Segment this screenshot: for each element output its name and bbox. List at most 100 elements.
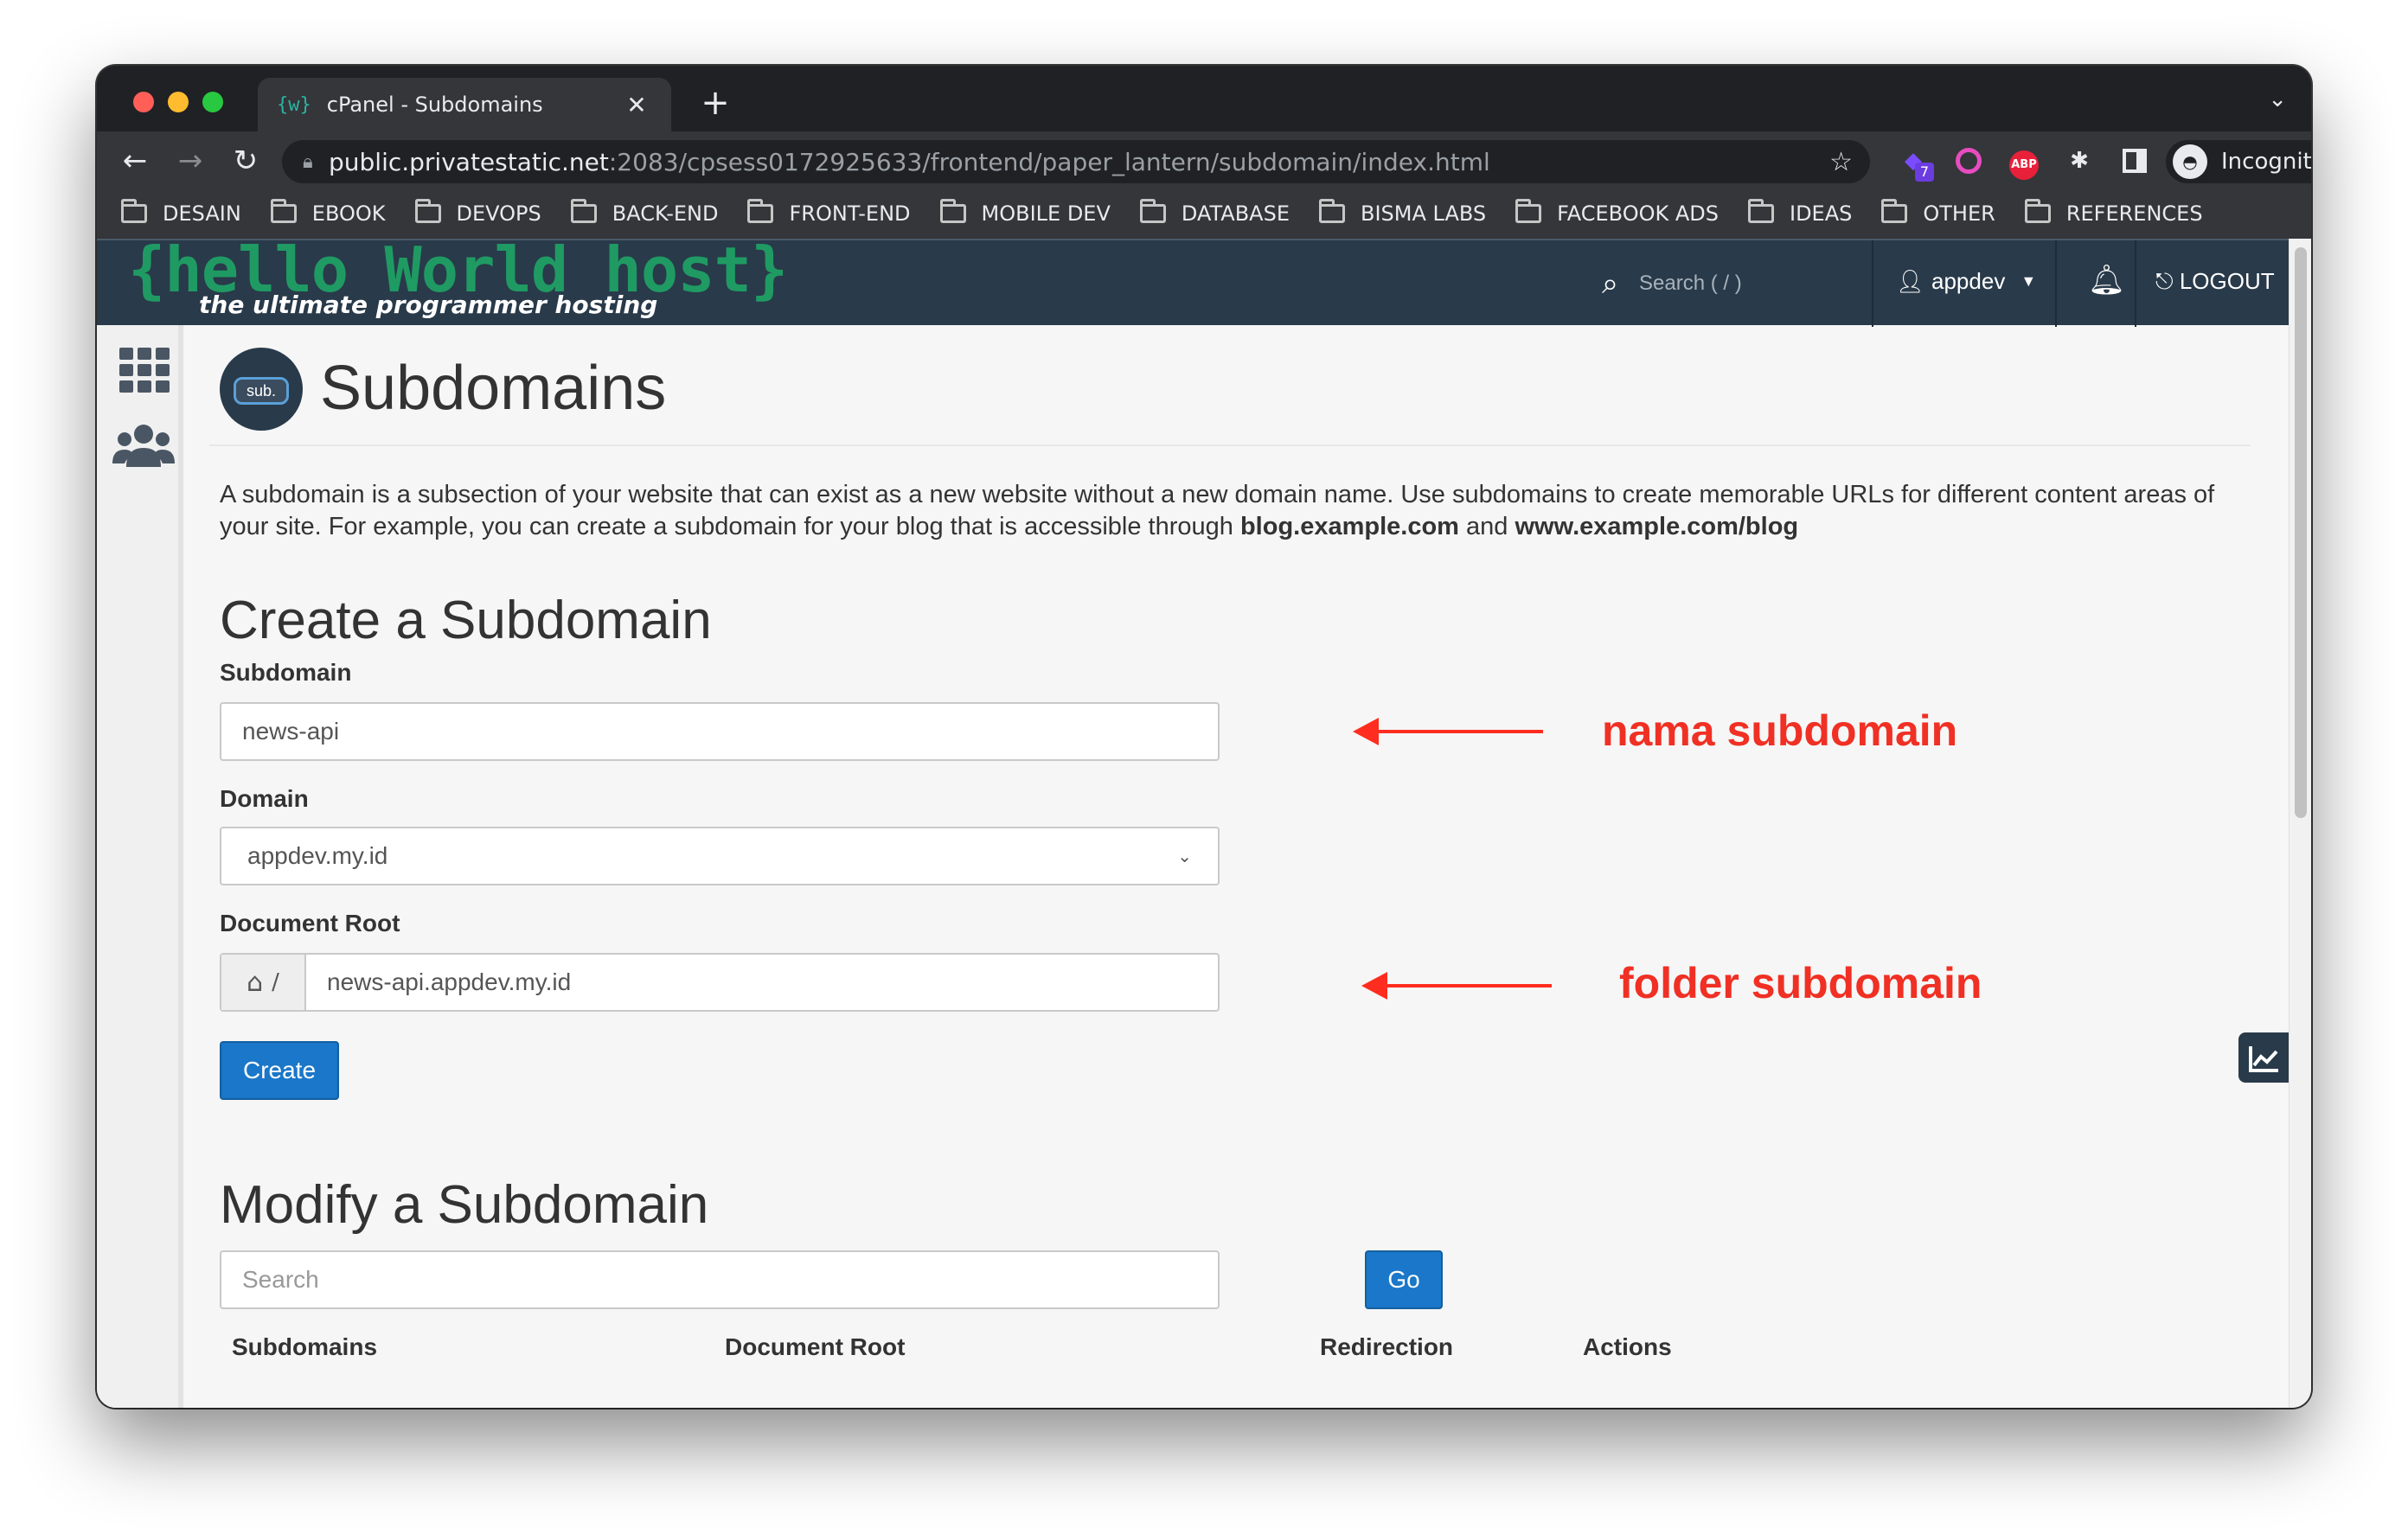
bookmark-label: REFERENCES bbox=[2065, 201, 2203, 226]
close-window-button[interactable] bbox=[133, 92, 154, 112]
cpanel-header: {hello World host} the ultimate programm… bbox=[97, 239, 2289, 327]
new-tab-button[interactable]: + bbox=[694, 83, 737, 123]
home-path-addon: ⌂ / bbox=[221, 955, 306, 1010]
extensions-puzzle-icon[interactable]: ✱ bbox=[2062, 144, 2097, 178]
url-path: :2083/cpsess0172925633/frontend/paper_la… bbox=[608, 147, 1490, 176]
go-button[interactable]: Go bbox=[1365, 1250, 1443, 1309]
annotation-arrow-folder bbox=[1361, 972, 1552, 1000]
home-path-prefix: / bbox=[272, 969, 279, 995]
adblock-plus-icon[interactable]: ABP bbox=[2007, 144, 2041, 180]
bookmark-folder[interactable]: BISMA LABS bbox=[1319, 199, 1487, 226]
reload-icon[interactable]: ↻ bbox=[227, 142, 265, 180]
bookmark-label: BISMA LABS bbox=[1361, 201, 1487, 226]
url-host: public.privatestatic.net bbox=[329, 147, 609, 176]
bookmark-folder[interactable]: EBOOK bbox=[270, 199, 386, 226]
tab-bar: {w} cPanel - Subdomains ✕ + ⌄ bbox=[97, 66, 2311, 131]
create-section-title: Create a Subdomain bbox=[220, 591, 712, 650]
folder-icon bbox=[1319, 199, 1345, 223]
apps-grid-icon[interactable] bbox=[119, 348, 170, 393]
side-panel-icon[interactable] bbox=[2117, 144, 2152, 178]
hosting-tagline: the ultimate programmer hosting bbox=[199, 291, 658, 319]
back-arrow-icon[interactable]: ← bbox=[116, 142, 154, 180]
folder-icon bbox=[747, 199, 774, 223]
column-header-document-root[interactable]: Document Root bbox=[725, 1333, 905, 1361]
bell-icon[interactable]: 🔔︎ bbox=[2088, 263, 2125, 297]
bookmark-folder[interactable]: DESAIN bbox=[121, 199, 241, 226]
intro-paragraph: A subdomain is a subsection of your webs… bbox=[220, 479, 2244, 543]
bookmark-label: OTHER bbox=[1923, 201, 1995, 226]
bookmark-star-icon[interactable]: ☆ bbox=[1829, 147, 1853, 177]
create-button[interactable]: Create bbox=[220, 1041, 339, 1100]
bookmark-label: IDEAS bbox=[1790, 201, 1853, 226]
header-search-input[interactable] bbox=[1639, 272, 1865, 296]
page-title: Subdomains bbox=[320, 354, 667, 423]
tab-title: cPanel - Subdomains bbox=[326, 93, 543, 117]
annotation-subdomain-note: nama subdomain bbox=[1602, 706, 1958, 755]
subdomain-search-input[interactable] bbox=[220, 1250, 1220, 1309]
incognito-profile-button[interactable]: ◓ Incognito bbox=[2166, 140, 2311, 183]
browser-toolbar: ← → ↻ 🔒︎ public.privatestatic.net:2083/c… bbox=[97, 131, 2311, 189]
domain-selected-value: appdev.my.id bbox=[247, 842, 388, 869]
caret-down-icon: ▼ bbox=[2021, 272, 2037, 290]
column-header-redirection[interactable]: Redirection bbox=[1320, 1333, 1453, 1361]
browser-tab[interactable]: {w} cPanel - Subdomains ✕ bbox=[258, 78, 671, 131]
folder-icon bbox=[1139, 199, 1166, 223]
forward-arrow-icon[interactable]: → bbox=[171, 142, 209, 180]
bookmark-label: DESAIN bbox=[163, 201, 241, 226]
folder-icon bbox=[270, 199, 297, 223]
stats-widget-button[interactable] bbox=[2238, 1032, 2289, 1083]
subdomain-icon-label: sub. bbox=[234, 377, 289, 405]
logout-label: LOGOUT bbox=[2179, 268, 2275, 294]
folder-icon bbox=[2024, 199, 2051, 223]
tab-search-chevron-icon[interactable]: ⌄ bbox=[2268, 86, 2287, 112]
domain-select[interactable]: appdev.my.id ⌄ bbox=[220, 827, 1220, 885]
user-menu[interactable]: 👤︎ appdev ▼ bbox=[1896, 268, 2036, 295]
extension-color-ring-icon[interactable] bbox=[1951, 144, 1986, 178]
logout-icon: ⎋ bbox=[2155, 268, 2174, 294]
bookmark-folder[interactable]: IDEAS bbox=[1748, 199, 1853, 226]
example-path-text: www.example.com/blog bbox=[1515, 513, 1799, 540]
bookmark-folder[interactable]: DATABASE bbox=[1139, 199, 1290, 226]
bookmark-folder[interactable]: BACK-END bbox=[570, 199, 718, 226]
header-divider bbox=[2135, 240, 2136, 327]
domain-label: Domain bbox=[220, 785, 309, 812]
bookmark-folder[interactable]: DEVOPS bbox=[414, 199, 541, 226]
intro-and: and bbox=[1458, 513, 1515, 540]
bookmark-label: FACEBOOK ADS bbox=[1557, 201, 1719, 226]
address-bar[interactable]: 🔒︎ public.privatestatic.net:2083/cpsess0… bbox=[282, 140, 1870, 183]
folder-icon bbox=[414, 199, 441, 223]
abp-label: ABP bbox=[2009, 150, 2039, 180]
header-divider bbox=[1872, 240, 1873, 327]
bookmark-label: MOBILE DEV bbox=[981, 201, 1111, 226]
extension-badge: 7 bbox=[1915, 163, 1934, 182]
bookmark-label: DEVOPS bbox=[456, 201, 541, 226]
bookmarks-bar: DESAIN EBOOK DEVOPS BACK-END FRONT-END M… bbox=[97, 189, 2311, 239]
maximize-window-button[interactable] bbox=[202, 92, 223, 112]
bookmark-folder[interactable]: MOBILE DEV bbox=[939, 199, 1111, 226]
minimize-window-button[interactable] bbox=[168, 92, 189, 112]
subdomain-app-icon: sub. bbox=[220, 348, 303, 431]
logout-button[interactable]: ⎋ LOGOUT bbox=[2155, 268, 2275, 296]
scrollbar-thumb[interactable] bbox=[2295, 247, 2307, 818]
document-root-input[interactable] bbox=[306, 955, 1218, 1010]
lock-icon[interactable]: 🔒︎ bbox=[303, 151, 329, 173]
document-root-group: ⌂ / bbox=[220, 953, 1220, 1012]
tab-close-icon[interactable]: ✕ bbox=[621, 91, 652, 119]
annotation-arrow-subdomain bbox=[1353, 718, 1543, 745]
incognito-icon: ◓ bbox=[2173, 144, 2207, 179]
bookmark-folder[interactable]: FRONT-END bbox=[747, 199, 911, 226]
bookmark-folder[interactable]: REFERENCES bbox=[2024, 199, 2203, 226]
subdomain-input[interactable] bbox=[220, 702, 1220, 761]
folder-icon bbox=[1515, 199, 1542, 223]
header-search: ⌕ bbox=[1602, 266, 1865, 301]
subdomain-label: Subdomain bbox=[220, 659, 352, 686]
bookmark-folder[interactable]: FACEBOOK ADS bbox=[1515, 199, 1719, 226]
folder-icon bbox=[570, 199, 597, 223]
incognito-label: Incognito bbox=[2221, 149, 2311, 175]
bookmark-folder[interactable]: OTHER bbox=[1881, 199, 1995, 226]
column-header-subdomains[interactable]: Subdomains bbox=[232, 1333, 377, 1361]
page-scrollbar[interactable] bbox=[2289, 239, 2311, 1408]
users-group-icon[interactable] bbox=[112, 420, 175, 472]
folder-icon bbox=[1881, 199, 1908, 223]
browser-window: {w} cPanel - Subdomains ✕ + ⌄ ← → ↻ 🔒︎ p… bbox=[97, 66, 2311, 1408]
